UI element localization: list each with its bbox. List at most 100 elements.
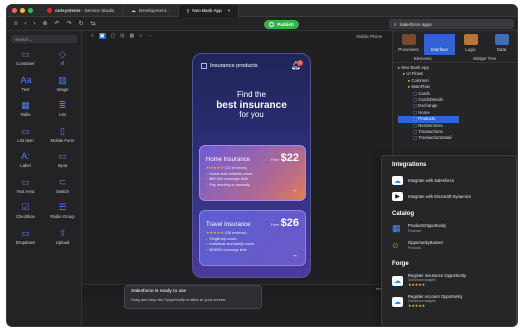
- salesforce-icon: ☁: [392, 176, 403, 185]
- forge-item-register-account[interactable]: ☁ Register Account Opportunity Salesforce…: [392, 294, 516, 309]
- widget-dropdown[interactable]: ▭ Dropdown: [7, 228, 44, 246]
- integrations-title: Integrations: [392, 162, 427, 168]
- close-tab-icon[interactable]: ×: [228, 8, 231, 13]
- tab-development[interactable]: ☁ Development...: [123, 5, 179, 17]
- widget-radio-group[interactable]: ☰ Radio Group: [44, 203, 81, 220]
- compare-icon[interactable]: ⇆: [91, 20, 96, 27]
- rating-stars: ★★★★★: [408, 283, 426, 287]
- maximize-window-button[interactable]: [28, 8, 33, 13]
- widget-label: Label: [20, 163, 31, 168]
- travel-insurance-card[interactable]: Travel Insurance From $26 ★★★★★ (98 review…: [199, 210, 306, 266]
- radio-group-icon: ☰: [58, 202, 67, 212]
- target-icon[interactable]: ⊕: [43, 20, 48, 27]
- widget-tree-icon[interactable]: ⊟: [120, 33, 124, 39]
- toast-body: Drag and drop the Opportunity entities t…: [131, 297, 227, 302]
- check-icon: •: [206, 247, 208, 252]
- image-icon: ▨: [58, 74, 67, 85]
- widget-list-item[interactable]: ▭ List Item: [7, 126, 44, 144]
- salesforce-ready-toast[interactable]: Salesforce is ready to use Drag and drop…: [124, 285, 262, 309]
- card-price: $22: [280, 152, 299, 164]
- arrow-right-icon[interactable]: →: [291, 187, 298, 194]
- widget-upload[interactable]: ⇪ Upload: [44, 228, 81, 246]
- widget-table[interactable]: ▦ Table: [7, 101, 44, 118]
- card-from: From: [270, 223, 280, 227]
- layout-tool-icon[interactable]: ▢: [111, 33, 116, 39]
- card-from: From: [270, 158, 280, 162]
- device-selector[interactable]: Mobile Phone: [356, 34, 382, 39]
- minimize-window-button[interactable]: [20, 8, 25, 13]
- tab-processes[interactable]: Processes: [393, 34, 424, 55]
- label-icon: A:: [21, 151, 30, 161]
- catalog-item-label: OpportunityBanner: [408, 240, 444, 245]
- widget-text-area[interactable]: ▭ Text Area: [7, 177, 44, 195]
- widget-image[interactable]: ▨ Image: [44, 74, 81, 93]
- widget-label: Dropdown: [15, 239, 36, 245]
- window-controls: [12, 8, 33, 13]
- widget-label: If: [61, 61, 64, 66]
- grid-tool-icon[interactable]: ▦: [129, 33, 134, 39]
- processes-icon: [401, 34, 416, 45]
- select-tool-icon[interactable]: ▣: [98, 33, 106, 39]
- close-window-button[interactable]: [12, 8, 17, 13]
- catalog-item-products-opportunity[interactable]: ▦ ProductsOpportunity Products: [392, 223, 516, 234]
- widget-checkbox[interactable]: ☑ Checkbox: [7, 203, 44, 220]
- collapse-icon[interactable]: «: [91, 33, 94, 39]
- catalog-item-opportunity-banner[interactable]: ⊙ OpportunityBanner Products: [392, 240, 516, 251]
- integrate-salesforce-item[interactable]: ☁ Integrate with Salesforce: [392, 176, 516, 185]
- undo-icon[interactable]: ↶: [55, 20, 60, 27]
- design-canvas[interactable]: « ▣ ▢ ⊟ ▦ ‹› ⋯ Mobile Phone Insurance pr…: [82, 31, 392, 326]
- redo-icon[interactable]: ↷: [67, 20, 72, 27]
- cloud-icon: ☁: [131, 7, 136, 13]
- more-tool-icon[interactable]: ⋯: [148, 33, 153, 39]
- tab-logic[interactable]: Logic: [455, 34, 486, 55]
- widget-text[interactable]: Aa Text: [7, 75, 44, 93]
- widget-label: Radio Group: [50, 214, 75, 219]
- subtab-widget-tree[interactable]: Widget Tree: [473, 56, 496, 61]
- tab-neo-bank-app[interactable]: ▯ Neo Bank App ×: [178, 5, 240, 17]
- widget-label: Switch: [56, 188, 69, 194]
- grid-widget-icon: ▦: [392, 223, 401, 233]
- home-insurance-card[interactable]: Home Insurance From $22 ★★★★★ (23 reviews)…: [199, 145, 306, 201]
- widget-list[interactable]: ≣ List: [44, 101, 81, 118]
- card-rating: ★★★★★ (23 reviews): [206, 165, 299, 170]
- tab-interface[interactable]: Interface: [424, 34, 455, 55]
- tree-item-label: Home: [418, 109, 430, 115]
- catalog-item-sub: Products: [408, 229, 422, 233]
- publish-button[interactable]: Publish: [264, 20, 299, 29]
- widget-label: List: [59, 112, 66, 117]
- widget-label: Text Area: [16, 188, 35, 194]
- menu-icon[interactable]: ≡: [14, 21, 18, 27]
- widget-switch[interactable]: ⊂ Switch: [44, 177, 81, 195]
- widget-mobile-form[interactable]: ▯ Mobile Form: [44, 126, 81, 144]
- widget-if[interactable]: ◇ If: [44, 50, 81, 67]
- check-icon: •: [206, 171, 208, 176]
- card-bullet-text: Single-trip cover: [209, 236, 237, 241]
- global-search-input[interactable]: ⌕ Salesforce apps: [389, 19, 514, 29]
- data-icon: [494, 34, 509, 45]
- card-reviews: (98 reviews): [225, 230, 247, 235]
- widget-container[interactable]: ▭ Container: [7, 50, 44, 67]
- forward-icon[interactable]: ›: [34, 21, 36, 27]
- notification-badge: 1: [297, 60, 303, 66]
- forge-item-register-insurance[interactable]: ☁ Register Insurance Opportunity Salesfor…: [392, 273, 516, 288]
- rating-stars: ★★★★★: [206, 165, 224, 170]
- tree-item-label: Products: [418, 116, 436, 122]
- widget-input[interactable]: ▭ Input: [44, 152, 81, 169]
- search-value: Salesforce apps: [399, 21, 432, 27]
- integrate-dynamics-item[interactable]: ▶ Integrate with Microsoft Dynamics: [392, 192, 516, 201]
- widget-search-input[interactable]: Search...: [11, 35, 77, 43]
- card-bullet-text: Pay monthly or annually: [209, 182, 250, 187]
- tab-service-studio[interactable]: outsystems - Service Studio: [39, 5, 124, 17]
- mobile-preview[interactable]: Insurance products 🔔︎ 1 Find the best in…: [192, 53, 311, 278]
- tree-item-label: Neo Bank App: [401, 65, 429, 70]
- arrow-right-icon[interactable]: →: [291, 252, 298, 259]
- code-tool-icon[interactable]: ‹›: [139, 33, 142, 39]
- widget-label[interactable]: A: Label: [7, 152, 44, 169]
- logic-icon: [463, 34, 478, 45]
- refresh-icon[interactable]: ↻: [79, 20, 84, 27]
- subtab-elements[interactable]: Elements: [414, 56, 432, 61]
- tree-item[interactable]: ▢ TransactionDetail: [398, 135, 517, 141]
- back-icon[interactable]: ‹: [25, 21, 27, 27]
- tab-data[interactable]: Data: [486, 34, 517, 55]
- widgets-panel: Search... ▭ Container ◇ If Aa Text ▨ Image ▦ Tabl…: [7, 31, 82, 326]
